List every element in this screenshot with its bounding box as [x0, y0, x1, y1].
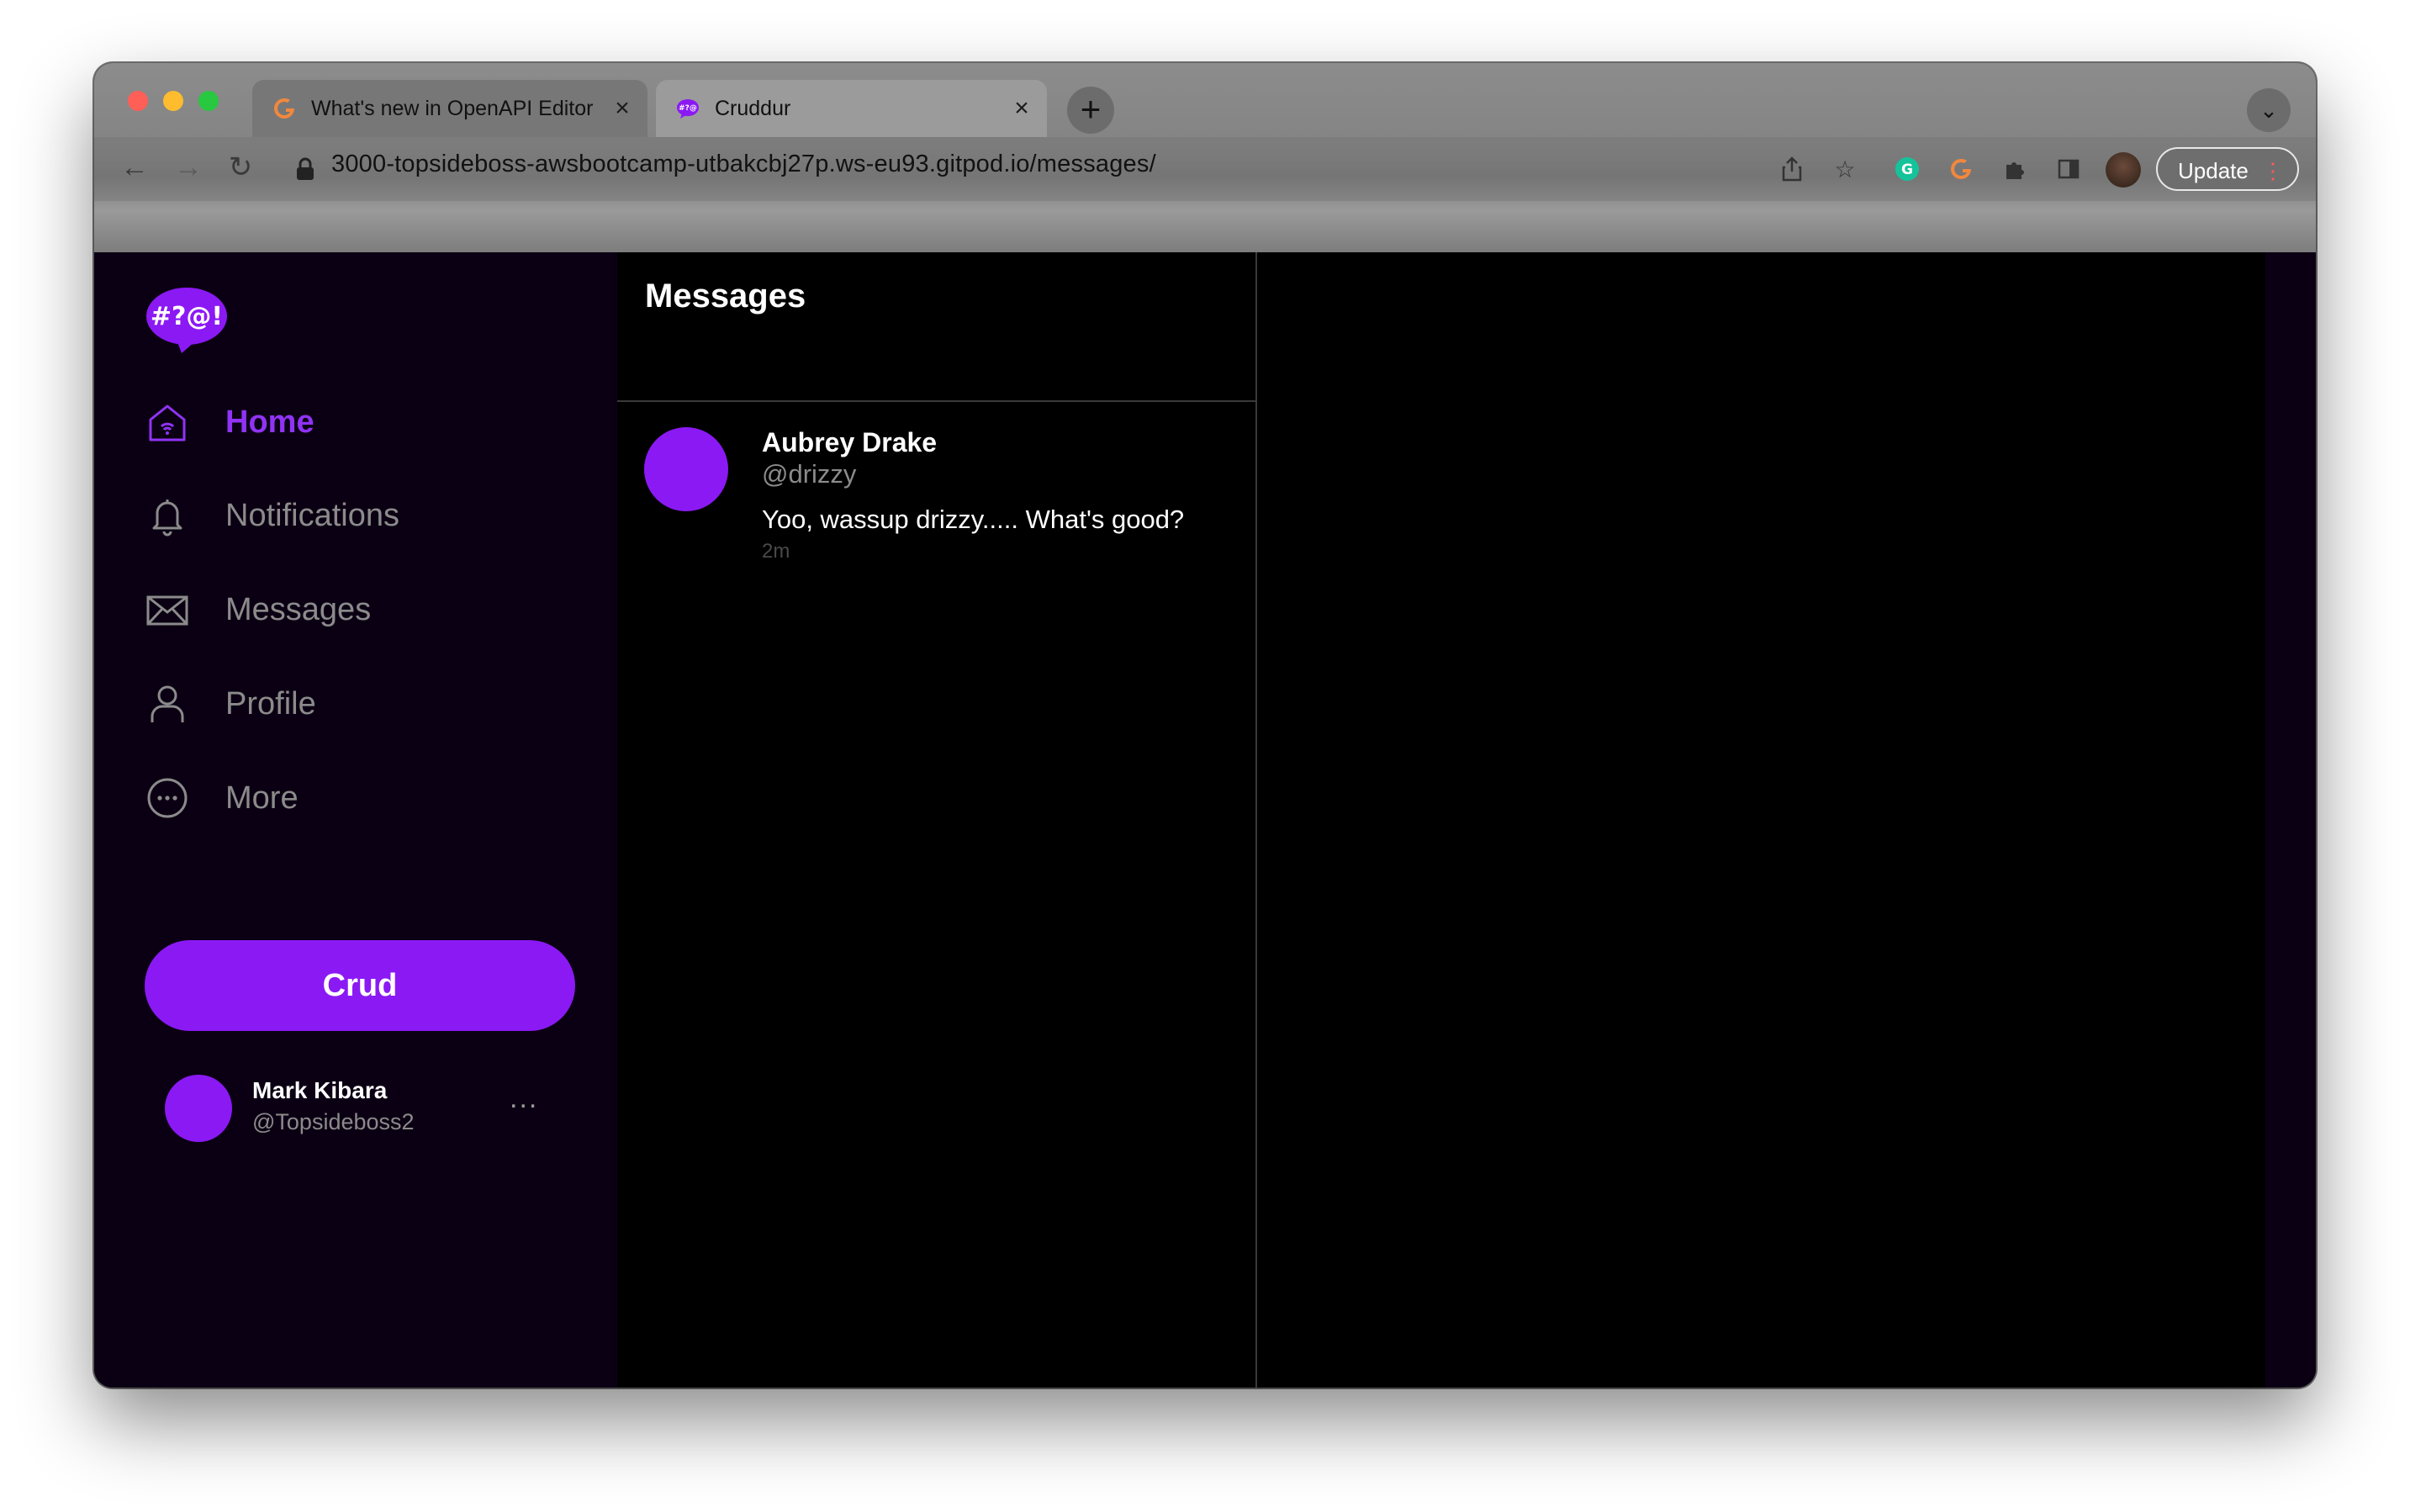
user-handle: @Topsideboss2 [252, 1109, 415, 1134]
more-horizontal-icon[interactable]: ... [510, 1082, 538, 1115]
bookmark-star-icon[interactable]: ☆ [1830, 154, 1860, 184]
messages-feed: Messages Aubrey Drake @drizzy Yoo, wassu… [617, 252, 1257, 1388]
extensions-puzzle-icon[interactable] [2000, 154, 2030, 184]
sidebar-item-label: More [225, 780, 299, 816]
current-user-card[interactable]: Mark Kibara @Topsideboss2 ... [165, 1072, 568, 1156]
back-arrow-icon[interactable]: ← [116, 149, 153, 186]
new-tab-button[interactable]: + [1067, 87, 1114, 134]
message-sender-handle: @drizzy [762, 459, 857, 489]
crud-button[interactable]: Crud [145, 940, 575, 1031]
browser-toolbar: ← → ↻ 3000-topsideboss-awsbootcamp-utbak… [94, 137, 2316, 201]
sidebar-item-notifications[interactable]: Notifications [145, 486, 399, 545]
avatar [165, 1075, 232, 1142]
sidebar-item-label: Notifications [225, 497, 399, 533]
sidebar-item-label: Home [225, 404, 314, 440]
tab-openapi-editor[interactable]: What's new in OpenAPI Editor × [252, 80, 647, 137]
close-tab-icon[interactable]: × [1005, 94, 1039, 123]
grammarly-extension-icon[interactable]: G [1892, 154, 1922, 184]
cruddur-app: #?@! Home Notifications Messages Profile… [94, 252, 2316, 1388]
tab-title: What's new in OpenAPI Editor [311, 96, 594, 120]
reload-icon[interactable]: ↻ [222, 149, 259, 186]
sidebar-item-label: Profile [225, 685, 316, 722]
openapi-extension-icon[interactable] [1946, 154, 1976, 184]
lock-icon[interactable] [294, 157, 316, 181]
forward-arrow-icon[interactable]: → [170, 149, 207, 186]
envelope-icon [145, 587, 190, 632]
openapi-favicon-icon [271, 95, 298, 122]
address-bar[interactable]: 3000-topsideboss-awsbootcamp-utbakcbj27p… [331, 151, 1156, 178]
update-label: Update [2178, 158, 2249, 183]
home-icon [145, 399, 190, 445]
user-icon [145, 681, 190, 727]
tab-strip: What's new in OpenAPI Editor × #?@ Crudd… [94, 63, 2316, 137]
cruddur-logo-icon[interactable]: #?@! [145, 284, 229, 355]
sidebar-item-profile[interactable]: Profile [145, 674, 316, 733]
logo-text: #?@! [151, 302, 223, 331]
page-title: Messages [645, 278, 806, 315]
cruddur-favicon-icon: #?@ [674, 95, 701, 122]
update-button[interactable]: Update ⋮ [2156, 147, 2299, 191]
svg-text:G: G [1901, 161, 1913, 178]
svg-text:#?@: #?@ [679, 104, 697, 113]
profile-avatar-icon[interactable] [2106, 152, 2141, 188]
sidebar: #?@! Home Notifications Messages Profile… [94, 252, 617, 1388]
browser-window: What's new in OpenAPI Editor × #?@ Crudd… [94, 63, 2316, 1388]
tab-search-chevron-icon[interactable]: ⌄ [2247, 88, 2291, 132]
sidebar-item-home[interactable]: Home [145, 393, 314, 452]
share-icon[interactable] [1777, 154, 1807, 184]
avatar [644, 427, 728, 511]
close-tab-icon[interactable]: × [605, 94, 639, 123]
tab-cruddur[interactable]: #?@ Cruddur × [656, 80, 1047, 137]
tab-title: Cruddur [715, 96, 791, 120]
message-detail-pane [1257, 252, 2265, 1388]
kebab-menu-icon[interactable]: ⋮ [2262, 149, 2284, 193]
user-display-name: Mark Kibara [252, 1077, 388, 1103]
minimize-window-button[interactable] [163, 91, 183, 111]
bell-icon [145, 493, 190, 538]
side-panel-icon[interactable] [2053, 154, 2084, 184]
feed-header: Messages [617, 252, 1255, 402]
more-circle-icon [145, 775, 190, 821]
right-gutter [2265, 252, 2316, 1388]
close-window-button[interactable] [128, 91, 148, 111]
sidebar-item-label: Messages [225, 591, 372, 627]
sidebar-item-more[interactable]: More [145, 769, 299, 827]
maximize-window-button[interactable] [198, 91, 219, 111]
message-group-item[interactable]: Aubrey Drake @drizzy Yoo, wassup drizzy.… [617, 402, 1255, 570]
browser-chrome: What's new in OpenAPI Editor × #?@ Crudd… [94, 63, 2316, 252]
message-timestamp: 2m [762, 540, 790, 563]
sidebar-item-messages[interactable]: Messages [145, 580, 371, 639]
message-sender-name: Aubrey Drake [762, 427, 938, 457]
message-preview-text: Yoo, wassup drizzy..... What's good? [762, 505, 1185, 534]
